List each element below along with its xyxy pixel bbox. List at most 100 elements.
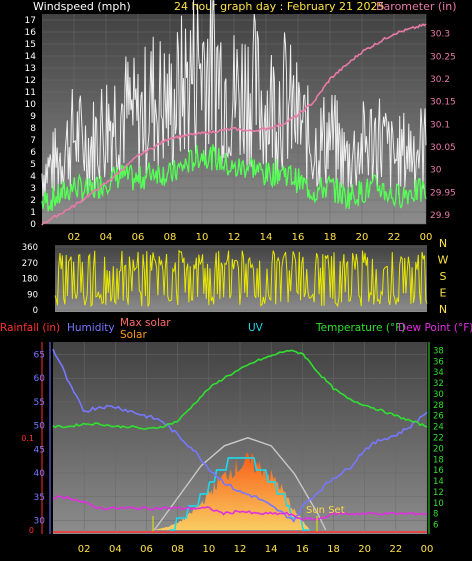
temperature-tick-label: 30 (433, 390, 444, 400)
wind-x-tick-label: 12 (228, 232, 241, 243)
wind-x-tick-label: 20 (356, 232, 369, 243)
barometer-tick-label: 30 (430, 166, 442, 176)
multi-x-tick-label: 12 (234, 544, 247, 555)
wind-direction-panel: 360270180900 NWSEN (22, 237, 449, 316)
legend-rainfall: Rainfall (in) (0, 322, 60, 334)
windspeed-tick-label: 2 (30, 196, 36, 206)
barometer-tick-label: 30.2 (430, 75, 450, 85)
wind-x-tick-label: 22 (388, 232, 401, 243)
wind-x-tick-label: 04 (100, 232, 113, 243)
windspeed-tick-label: 1 (30, 208, 36, 218)
multi-x-tick-label: 20 (358, 544, 371, 555)
multi-x-tick-label: 08 (171, 544, 184, 555)
multi-x-tick-label: 00 (421, 544, 434, 555)
legend-dew-point: Dew Point (°F) (398, 322, 472, 334)
windspeed-tick-label: 15 (25, 40, 36, 50)
windspeed-tick-label: 12 (25, 76, 36, 86)
legend-humidity: Humidity (67, 322, 115, 334)
wind-x-tick-label: 10 (196, 232, 209, 243)
compass-label: N (439, 303, 447, 316)
humidity-tick-label: 40 (34, 469, 46, 479)
temperature-tick-label: 38 (433, 346, 444, 356)
sunset-annotation: Sun Set (306, 505, 345, 516)
multi-x-tick-label: 04 (109, 544, 122, 555)
humidity-tick-label: 30 (34, 517, 46, 527)
windspeed-tick-label: 9 (30, 112, 36, 122)
temperature-tick-label: 12 (433, 488, 444, 498)
compass-label: S (440, 270, 447, 283)
barometer-tick-label: 30.15 (430, 98, 456, 108)
multi-panel: 0.10 6560555045403530 383634323028262422… (21, 342, 444, 555)
wind-x-tick-labels: 02 04 06 08 10 12 14 16 18 20 22 00 (68, 232, 433, 243)
multi-x-tick-label: 02 (78, 544, 91, 555)
legend-temperature: Temperature (°F) (315, 322, 405, 334)
humidity-tick-label: 45 (34, 445, 45, 455)
temperature-tick-label: 36 (433, 357, 444, 367)
humidity-tick-labels: 65 60 55 50 45 40 35 30 (34, 350, 46, 526)
windspeed-tick-label: 11 (25, 88, 36, 98)
barometer-tick-label: 30.05 (430, 143, 456, 153)
barometer-tick-label: 30.3 (430, 30, 450, 40)
wind-barometer-panel: 01234567891011121314151617 29.929.953030… (25, 0, 456, 243)
temperature-tick-label: 20 (433, 444, 444, 454)
chart-title: 24 hour graph day : February 21 2025 (174, 0, 385, 13)
humidity-tick-label: 65 (34, 350, 45, 360)
windspeed-tick-label: 13 (25, 64, 36, 74)
windspeed-tick-label: 5 (30, 160, 36, 170)
temperature-tick-label: 8 (433, 510, 438, 520)
wind-x-tick-label: 16 (292, 232, 305, 243)
wind-x-tick-label: 08 (164, 232, 177, 243)
direction-tick-label: 270 (22, 259, 38, 269)
direction-tick-label: 180 (22, 275, 38, 285)
barometer-tick-label: 29.9 (430, 211, 450, 221)
weather-graph-canvas: Windspeed (mph) 24 hour graph day : Febr… (0, 0, 472, 555)
windspeed-tick-label: 8 (30, 124, 36, 134)
direction-tick-label: 90 (27, 290, 38, 300)
multi-x-tick-label: 22 (389, 544, 402, 555)
humidity-tick-label: 60 (34, 374, 46, 384)
windspeed-tick-label: 14 (25, 52, 37, 62)
windspeed-tick-label: 17 (25, 16, 36, 26)
rain-tick-label: 0 (29, 526, 34, 535)
temperature-tick-label: 6 (433, 521, 438, 531)
multi-x-tick-label: 16 (296, 544, 309, 555)
windspeed-tick-label: 7 (30, 136, 36, 146)
temperature-tick-label: 14 (433, 477, 444, 487)
temperature-tick-label: 28 (433, 401, 444, 411)
windspeed-tick-label: 3 (30, 184, 36, 194)
windspeed-tick-label: 10 (25, 100, 37, 110)
temperature-tick-label: 32 (433, 379, 444, 389)
humidity-tick-label: 35 (34, 493, 45, 503)
barometer-tick-label: 29.95 (430, 188, 456, 198)
barometer-tick-label: 30.25 (430, 52, 456, 62)
compass-label: W (438, 254, 449, 267)
temperature-tick-label: 24 (433, 423, 444, 433)
rain-tick-labels: 0.10 (21, 434, 34, 535)
windspeed-tick-label: 16 (25, 28, 37, 38)
windspeed-tick-label: 0 (30, 220, 36, 230)
temperature-tick-label: 26 (433, 412, 444, 422)
temperature-tick-label: 34 (433, 368, 444, 378)
wind-x-tick-label: 14 (260, 232, 273, 243)
multi-x-tick-labels: 02 04 06 08 10 12 14 16 18 20 22 00 (78, 544, 434, 555)
wind-x-tick-label: 06 (132, 232, 145, 243)
barometer-axis-title: Barometer (in) (376, 0, 457, 13)
windspeed-tick-label: 4 (30, 172, 36, 182)
wind-x-tick-label: 02 (68, 232, 81, 243)
temperature-tick-label: 22 (433, 434, 444, 444)
legend-uv: UV (248, 322, 264, 334)
compass-labels: NWSEN (438, 237, 449, 316)
compass-label: E (440, 287, 447, 300)
direction-tick-labels: 360 270 180 90 0 (22, 243, 38, 316)
humidity-tick-label: 50 (34, 422, 46, 432)
temperature-tick-label: 10 (433, 499, 444, 509)
direction-tick-label: 0 (33, 306, 38, 316)
humidity-tick-label: 55 (34, 398, 45, 408)
multi-x-tick-label: 18 (327, 544, 340, 555)
multi-x-tick-label: 10 (202, 544, 215, 555)
rain-tick-label: 0.1 (21, 434, 34, 443)
legend-solar: Solar (120, 329, 147, 341)
windspeed-tick-label: 6 (30, 148, 36, 158)
temperature-tick-labels: 38363432302826242220181614121086 (433, 346, 444, 530)
temperature-tick-label: 16 (433, 466, 444, 476)
